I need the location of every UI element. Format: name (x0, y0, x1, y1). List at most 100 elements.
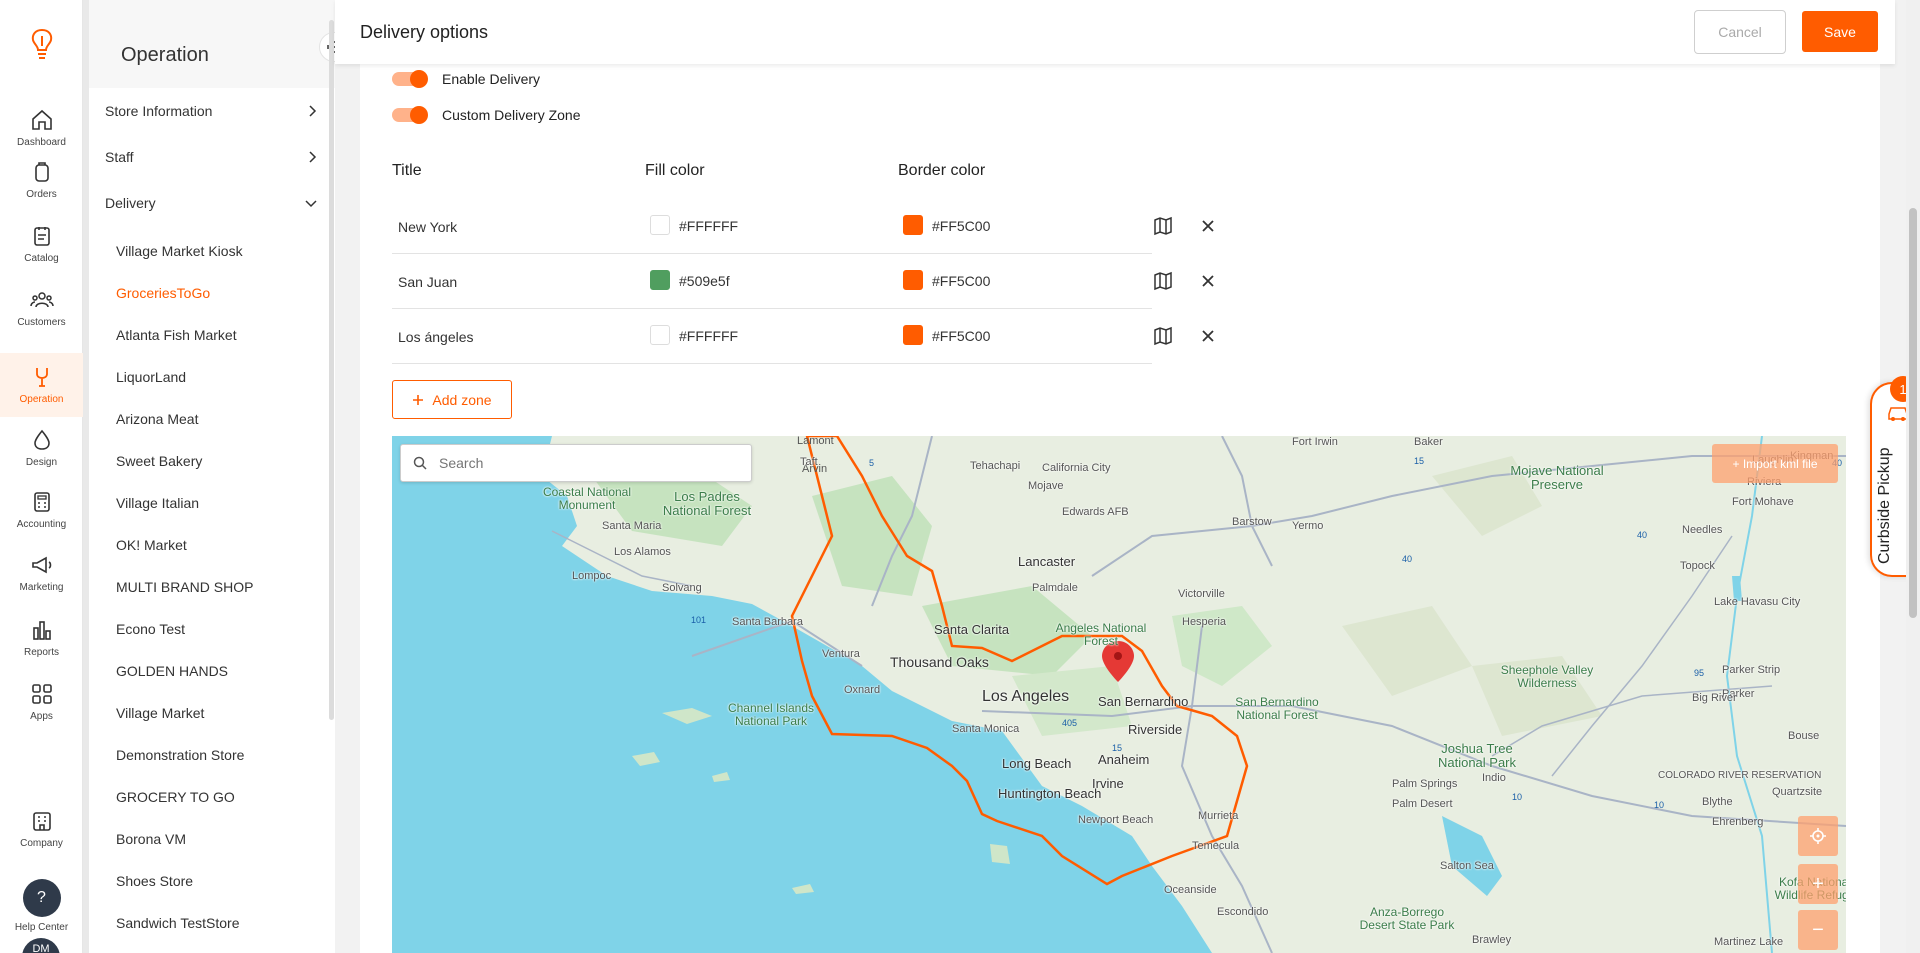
map-icon[interactable] (1153, 326, 1173, 346)
fill-swatch[interactable] (650, 215, 670, 235)
save-button[interactable]: Save (1802, 11, 1878, 52)
rail-label: Catalog (24, 253, 59, 264)
reports-icon (32, 621, 51, 640)
enable-delivery-toggle[interactable] (392, 70, 428, 88)
store-item[interactable]: Village Italian (116, 495, 199, 511)
rail-item-catalog[interactable]: Catalog (0, 212, 83, 276)
map-search-input[interactable] (439, 455, 729, 471)
fill-hex: #FFFFFF (679, 328, 739, 344)
cancel-button[interactable]: Cancel (1694, 10, 1786, 54)
store-item[interactable]: GOLDEN HANDS (116, 663, 228, 679)
map-label-palm-springs: Palm Springs (1392, 778, 1458, 790)
column-header-title: Title (392, 162, 422, 179)
map-label-lompoc: Lompoc (572, 570, 612, 582)
map-label: 101 (691, 615, 706, 625)
store-item[interactable]: Village Market Kiosk (116, 243, 243, 259)
my-location-button[interactable] (1798, 816, 1838, 856)
chevron-right-icon (309, 105, 317, 117)
map-label-oxnard: Oxnard (844, 684, 881, 696)
rail-item-customers[interactable]: Customers (0, 276, 83, 340)
rail-item-marketing[interactable]: Marketing (0, 541, 83, 605)
custom-zone-toggle[interactable] (392, 106, 428, 124)
sidebar-item-delivery[interactable]: Delivery (105, 181, 317, 225)
delivery-zone-map[interactable]: 5 15 40 40 101 10 10 95 40 405 15 Lamont… (392, 436, 1846, 953)
sidebar-title: Operation (121, 44, 209, 66)
map-label-salton-sea: Salton Sea (1440, 860, 1494, 872)
add-zone-button[interactable]: Add zone (392, 380, 512, 419)
sidebar-item-staff[interactable]: Staff (105, 135, 317, 179)
chevron-right-icon (309, 151, 317, 163)
store-item[interactable]: Demonstration Store (116, 747, 244, 763)
map-label-solvang: Solvang (662, 582, 702, 594)
border-swatch[interactable] (903, 270, 923, 290)
map-icon[interactable] (1153, 216, 1173, 236)
map-label: Lamont (797, 436, 834, 447)
rail-label: Design (25, 457, 58, 468)
rail-label: Orders (26, 189, 57, 200)
store-item[interactable]: Econo Test (116, 621, 185, 637)
zoom-in-button[interactable]: + (1798, 864, 1838, 904)
store-item[interactable]: OK! Market (116, 537, 187, 553)
border-swatch[interactable] (903, 325, 923, 345)
sidebar-item-label: Delivery (105, 195, 156, 211)
map-label-brawley: Brawley (1472, 934, 1512, 946)
map-label-quartzsite: Quartzsite (1772, 786, 1823, 798)
store-item[interactable]: Sweet Bakery (116, 453, 202, 469)
map-label-barstow: Barstow (1232, 516, 1272, 528)
map-label-ventura: Ventura (822, 648, 860, 660)
sidebar-item-store-information[interactable]: Store Information (105, 89, 317, 133)
rail-label: Dashboard (17, 137, 66, 148)
home-icon (31, 109, 52, 130)
border-swatch[interactable] (903, 215, 923, 235)
column-header-border: Border color (898, 162, 986, 179)
table-row: Los ángeles #FFFFFF #FF5C00 (392, 309, 1152, 364)
store-item-active[interactable]: GroceriesToGo (116, 285, 210, 301)
map-label-anaheim: Anaheim (1098, 752, 1150, 767)
store-item[interactable]: Village Market (116, 705, 204, 721)
page-scrollbar[interactable] (1906, 0, 1920, 953)
map-label-escondido: Escondido (1217, 906, 1269, 918)
map-search-box[interactable] (400, 444, 752, 482)
map-label-huntington-beach: Huntington Beach (998, 786, 1102, 801)
rail-item-operation[interactable]: Operation (0, 353, 83, 417)
import-kml-button[interactable]: + Import kml file (1712, 444, 1838, 483)
map-label-taft: Taft (800, 456, 818, 468)
rail-item-apps[interactable]: Apps (0, 670, 83, 734)
zoom-out-button[interactable]: − (1798, 910, 1838, 950)
map-label-riverside: Riverside (1128, 722, 1183, 737)
fill-swatch[interactable] (650, 325, 670, 345)
catalog-icon (33, 227, 50, 246)
sidebar-scrollbar[interactable] (329, 20, 334, 720)
store-item[interactable]: Shoes Store (116, 873, 193, 889)
rail-item-reports[interactable]: Reports (0, 606, 83, 670)
rail-item-company[interactable]: Company (0, 797, 83, 861)
map-label-los-padres-nf: Los Padres National Forest (662, 489, 752, 519)
rail-item-accounting[interactable]: Accounting (0, 478, 83, 542)
map-label-palmdale: Palmdale (1032, 582, 1078, 594)
rail-item-design[interactable]: Design (0, 416, 83, 480)
rail-label: Help Center (14, 922, 69, 933)
map-icon[interactable] (1153, 271, 1173, 291)
fill-swatch[interactable] (650, 270, 670, 290)
map-label-needles: Needles (1682, 524, 1723, 536)
store-item[interactable]: Sandwich TestStore (116, 915, 239, 931)
crosshair-icon (1810, 828, 1826, 844)
store-item[interactable]: MULTI BRAND SHOP (116, 579, 253, 595)
section-sidebar: Operation Store Information Staff Delive… (89, 0, 349, 953)
store-item[interactable]: GROCERY TO GO (116, 789, 235, 805)
store-item[interactable]: LiquorLand (116, 369, 186, 385)
store-item[interactable]: Borona VM (116, 831, 186, 847)
map-label-fort-irwin: Fort Irwin (1292, 436, 1338, 448)
help-icon: ? (22, 879, 61, 917)
marketing-icon (31, 556, 51, 574)
page-scrollbar-thumb[interactable] (1909, 208, 1917, 618)
rail-item-orders[interactable]: Orders (0, 148, 83, 212)
map-label: 10 (1512, 792, 1522, 802)
brand-logo-icon[interactable] (25, 26, 59, 66)
close-icon[interactable] (1198, 271, 1218, 291)
rail-item-help-center[interactable]: ? Help Center (0, 871, 83, 941)
close-icon[interactable] (1198, 216, 1218, 236)
store-item[interactable]: Atlanta Fish Market (116, 327, 237, 343)
close-icon[interactable] (1198, 326, 1218, 346)
store-item[interactable]: Arizona Meat (116, 411, 198, 427)
